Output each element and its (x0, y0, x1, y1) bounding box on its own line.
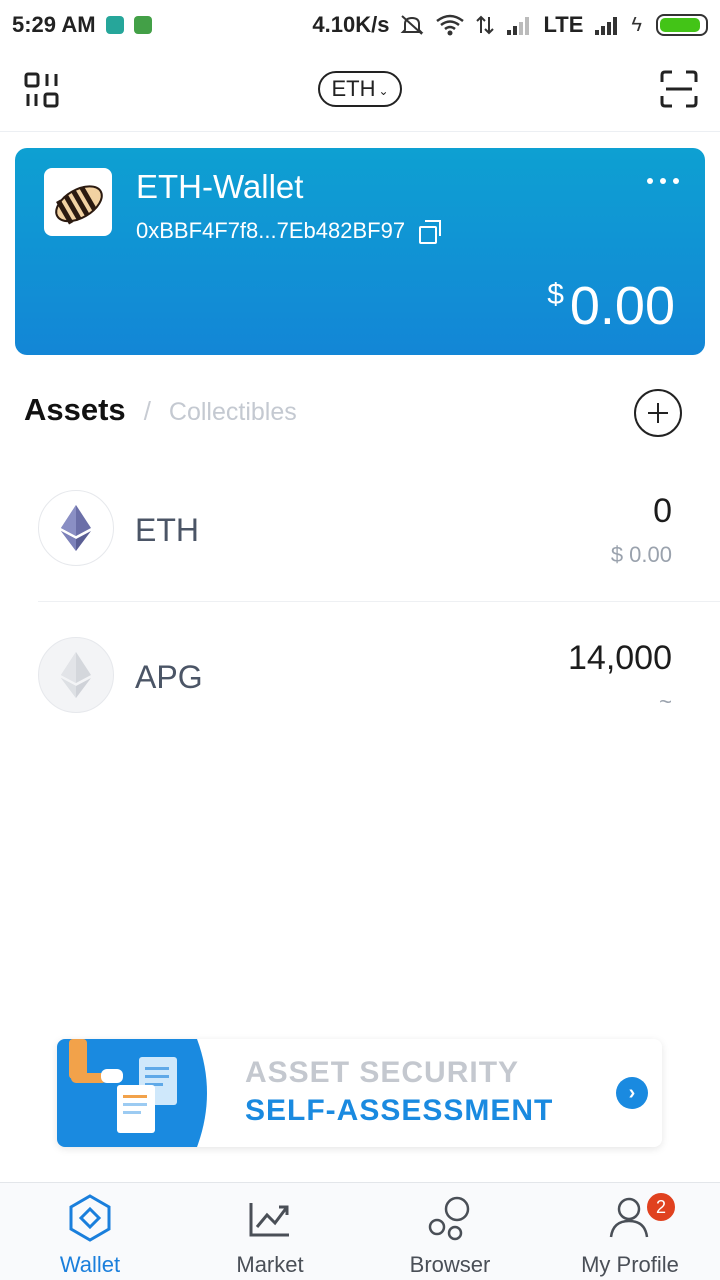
asset-row-eth[interactable]: ETH 0 $ 0.00 (0, 466, 720, 596)
tab-assets[interactable]: Assets (24, 392, 126, 428)
nav-item-browser[interactable]: Browser (360, 1183, 540, 1280)
bee-avatar-icon (55, 185, 103, 225)
copy-icon[interactable] (419, 220, 442, 244)
network-selector-label: ETH (331, 76, 376, 101)
balance-currency-symbol: $ (547, 278, 564, 311)
wallet-hexagon-icon (65, 1193, 115, 1243)
status-bar-right: 4.10K/s LTE ϟ (312, 12, 708, 38)
nav-item-market[interactable]: Market (180, 1183, 360, 1280)
wallet-name: ETH-Wallet (136, 168, 304, 205)
wifi-icon (436, 14, 465, 36)
wallet-address-row: 0xBBF4F7f8...7Eb482BF97 (136, 218, 442, 244)
data-transfer-icon (476, 15, 495, 35)
asset-row-apg[interactable]: APG 14,000 ~ (0, 613, 720, 743)
ethereum-icon (38, 490, 114, 566)
balance-amount: 0.00 (569, 276, 675, 336)
nav-label-market: Market (236, 1252, 304, 1277)
status-bar: 5:29 AM 4.10K/s LTE ϟ (0, 0, 720, 50)
status-bar-left: 5:29 AM (12, 12, 152, 38)
nav-label-wallet: Wallet (59, 1252, 121, 1277)
banner-title-line1: ASSET SECURITY (245, 1056, 520, 1089)
wallet-balance: $ 0.00 (547, 276, 675, 336)
banner-title-line2: SELF-ASSESSMENT (245, 1094, 554, 1127)
security-checklist-illustration (57, 1039, 207, 1147)
android-notification-icon (133, 16, 152, 34)
nav-item-wallet[interactable]: Wallet (0, 1183, 180, 1280)
network-selector[interactable]: ETH ⌄ (318, 71, 402, 107)
asset-tabs: Assets / Collectibles (24, 392, 297, 428)
tab-separator: / (143, 396, 151, 426)
bottom-nav: Wallet Market Browser 2 My Profile (0, 1182, 720, 1280)
security-assessment-banner[interactable]: ASSET SECURITY SELF-ASSESSMENT › (57, 1039, 662, 1147)
add-asset-button[interactable] (634, 389, 682, 437)
wallet-avatar (44, 168, 112, 236)
asset-amount: 0 (653, 492, 672, 530)
charging-icon: ϟ (631, 13, 642, 36)
chart-trend-icon (245, 1193, 295, 1243)
net-speed: 4.10K/s (312, 12, 390, 37)
network-type: LTE (543, 12, 584, 37)
wallet-card[interactable]: ETH-Wallet 0xBBF4F7f8...7Eb482BF97 $ 0.0… (15, 148, 705, 355)
profile-icon: 2 (605, 1191, 677, 1243)
row-divider (38, 601, 720, 602)
signal-icon (507, 17, 530, 35)
asset-symbol: ETH (135, 512, 199, 548)
chevron-right-icon[interactable]: › (616, 1077, 648, 1109)
asset-amount: 14,000 (568, 639, 672, 677)
nav-label-my-profile: My Profile (581, 1252, 679, 1277)
app-header: ETH ⌄ (0, 50, 720, 132)
more-options-icon[interactable] (647, 178, 679, 184)
asset-fiat-value: $ 0.00 (610, 542, 672, 567)
asset-symbol: APG (135, 659, 203, 695)
chevron-down-icon: ⌄ (378, 83, 389, 98)
mute-icon (401, 15, 424, 35)
notification-badge: 2 (645, 1191, 677, 1223)
scan-icon[interactable] (660, 70, 698, 108)
wallet-address: 0xBBF4F7f8...7Eb482BF97 (136, 218, 406, 243)
browser-bubbles-icon (425, 1193, 475, 1243)
notification-app-icon (105, 16, 124, 34)
wallet-switch-icon[interactable] (24, 72, 60, 108)
ethereum-grey-icon (38, 637, 114, 713)
asset-fiat-value: ~ (659, 689, 672, 714)
signal-icon-2 (595, 17, 618, 35)
nav-label-browser: Browser (409, 1252, 491, 1277)
nav-item-my-profile[interactable]: 2 My Profile (540, 1183, 720, 1280)
battery-icon (656, 14, 708, 36)
status-time: 5:29 AM (12, 12, 96, 37)
tab-collectibles[interactable]: Collectibles (169, 398, 297, 427)
